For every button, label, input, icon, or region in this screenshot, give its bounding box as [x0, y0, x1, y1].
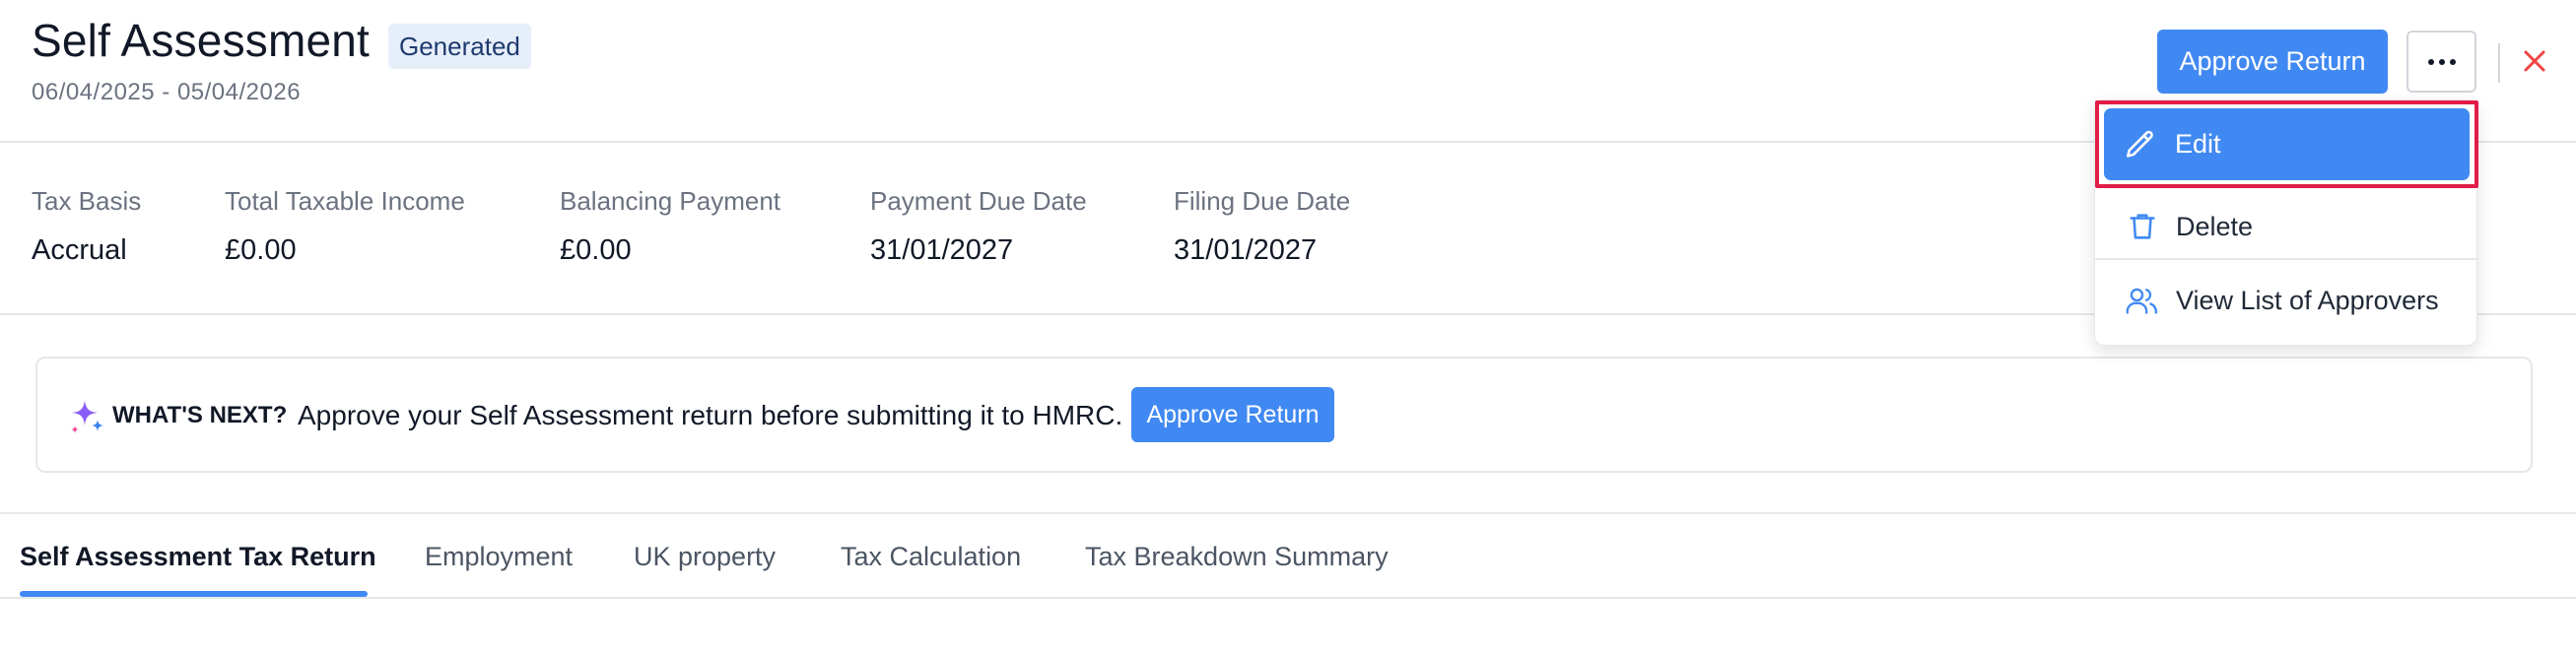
stat-value: 31/01/2027	[1174, 234, 1318, 266]
tab-employment[interactable]: Employment	[425, 542, 573, 572]
page-title: Self Assessment	[32, 15, 371, 66]
more-options-menu: Edit Delete View List of Approvers	[2094, 99, 2478, 346]
approve-return-button[interactable]: Approve Return	[2157, 30, 2388, 94]
menu-item-label: Delete	[2176, 211, 2254, 241]
stat-label: Total Taxable Income	[225, 186, 465, 216]
header-divider	[2498, 43, 2500, 83]
status-badge: Generated	[388, 24, 531, 69]
tab-tax-calculation[interactable]: Tax Calculation	[841, 542, 1021, 572]
tab-tax-breakdown-summary[interactable]: Tax Breakdown Summary	[1085, 542, 1389, 572]
pencil-icon	[2121, 125, 2160, 164]
whats-next-banner: WHAT'S NEXT? Approve your Self Assessmen…	[35, 357, 2533, 473]
stat-label: Balancing Payment	[560, 186, 781, 216]
stat-balancing-payment: Balancing Payment £0.00	[560, 186, 780, 267]
close-icon	[2523, 49, 2546, 78]
users-icon	[2123, 281, 2162, 320]
active-tab-indicator	[20, 591, 368, 597]
stat-payment-due-date: Payment Due Date 31/01/2027	[870, 186, 1087, 267]
stat-value: £0.00	[225, 234, 297, 266]
stat-tax-basis: Tax Basis Accrual	[32, 186, 141, 267]
stat-label: Filing Due Date	[1174, 186, 1351, 216]
more-options-button[interactable]	[2407, 31, 2476, 93]
menu-item-delete[interactable]: Delete	[2095, 191, 2478, 262]
menu-item-edit[interactable]: Edit	[2104, 108, 2470, 180]
tab-self-assessment-tax-return[interactable]: Self Assessment Tax Return	[20, 542, 376, 572]
stat-label: Tax Basis	[32, 186, 142, 216]
sparkle-icon	[67, 396, 106, 435]
menu-item-label: View List of Approvers	[2176, 285, 2439, 315]
stat-value: Accrual	[32, 234, 127, 266]
close-button[interactable]	[2515, 43, 2554, 83]
period-range: 06/04/2025 - 05/04/2026	[32, 79, 302, 105]
whats-next-text: Approve your Self Assessment return befo…	[298, 400, 1123, 430]
stat-total-taxable-income: Total Taxable Income £0.00	[225, 186, 465, 267]
more-horizontal-icon	[2427, 53, 2457, 71]
stat-filing-due-date: Filing Due Date 31/01/2027	[1174, 186, 1350, 267]
tab-uk-property[interactable]: UK property	[634, 542, 776, 572]
menu-item-view-approvers[interactable]: View List of Approvers	[2095, 262, 2478, 339]
stat-label: Payment Due Date	[870, 186, 1087, 216]
menu-separator	[2095, 258, 2478, 260]
whats-next-heading: WHAT'S NEXT?	[112, 402, 288, 428]
stat-value: 31/01/2027	[870, 234, 1014, 266]
tab-bar: Self Assessment Tax Return Employment UK…	[0, 512, 2576, 599]
trash-icon	[2123, 207, 2162, 246]
banner-approve-return-button[interactable]: Approve Return	[1131, 387, 1334, 442]
menu-item-label: Edit	[2175, 129, 2221, 159]
stat-value: £0.00	[560, 234, 632, 266]
